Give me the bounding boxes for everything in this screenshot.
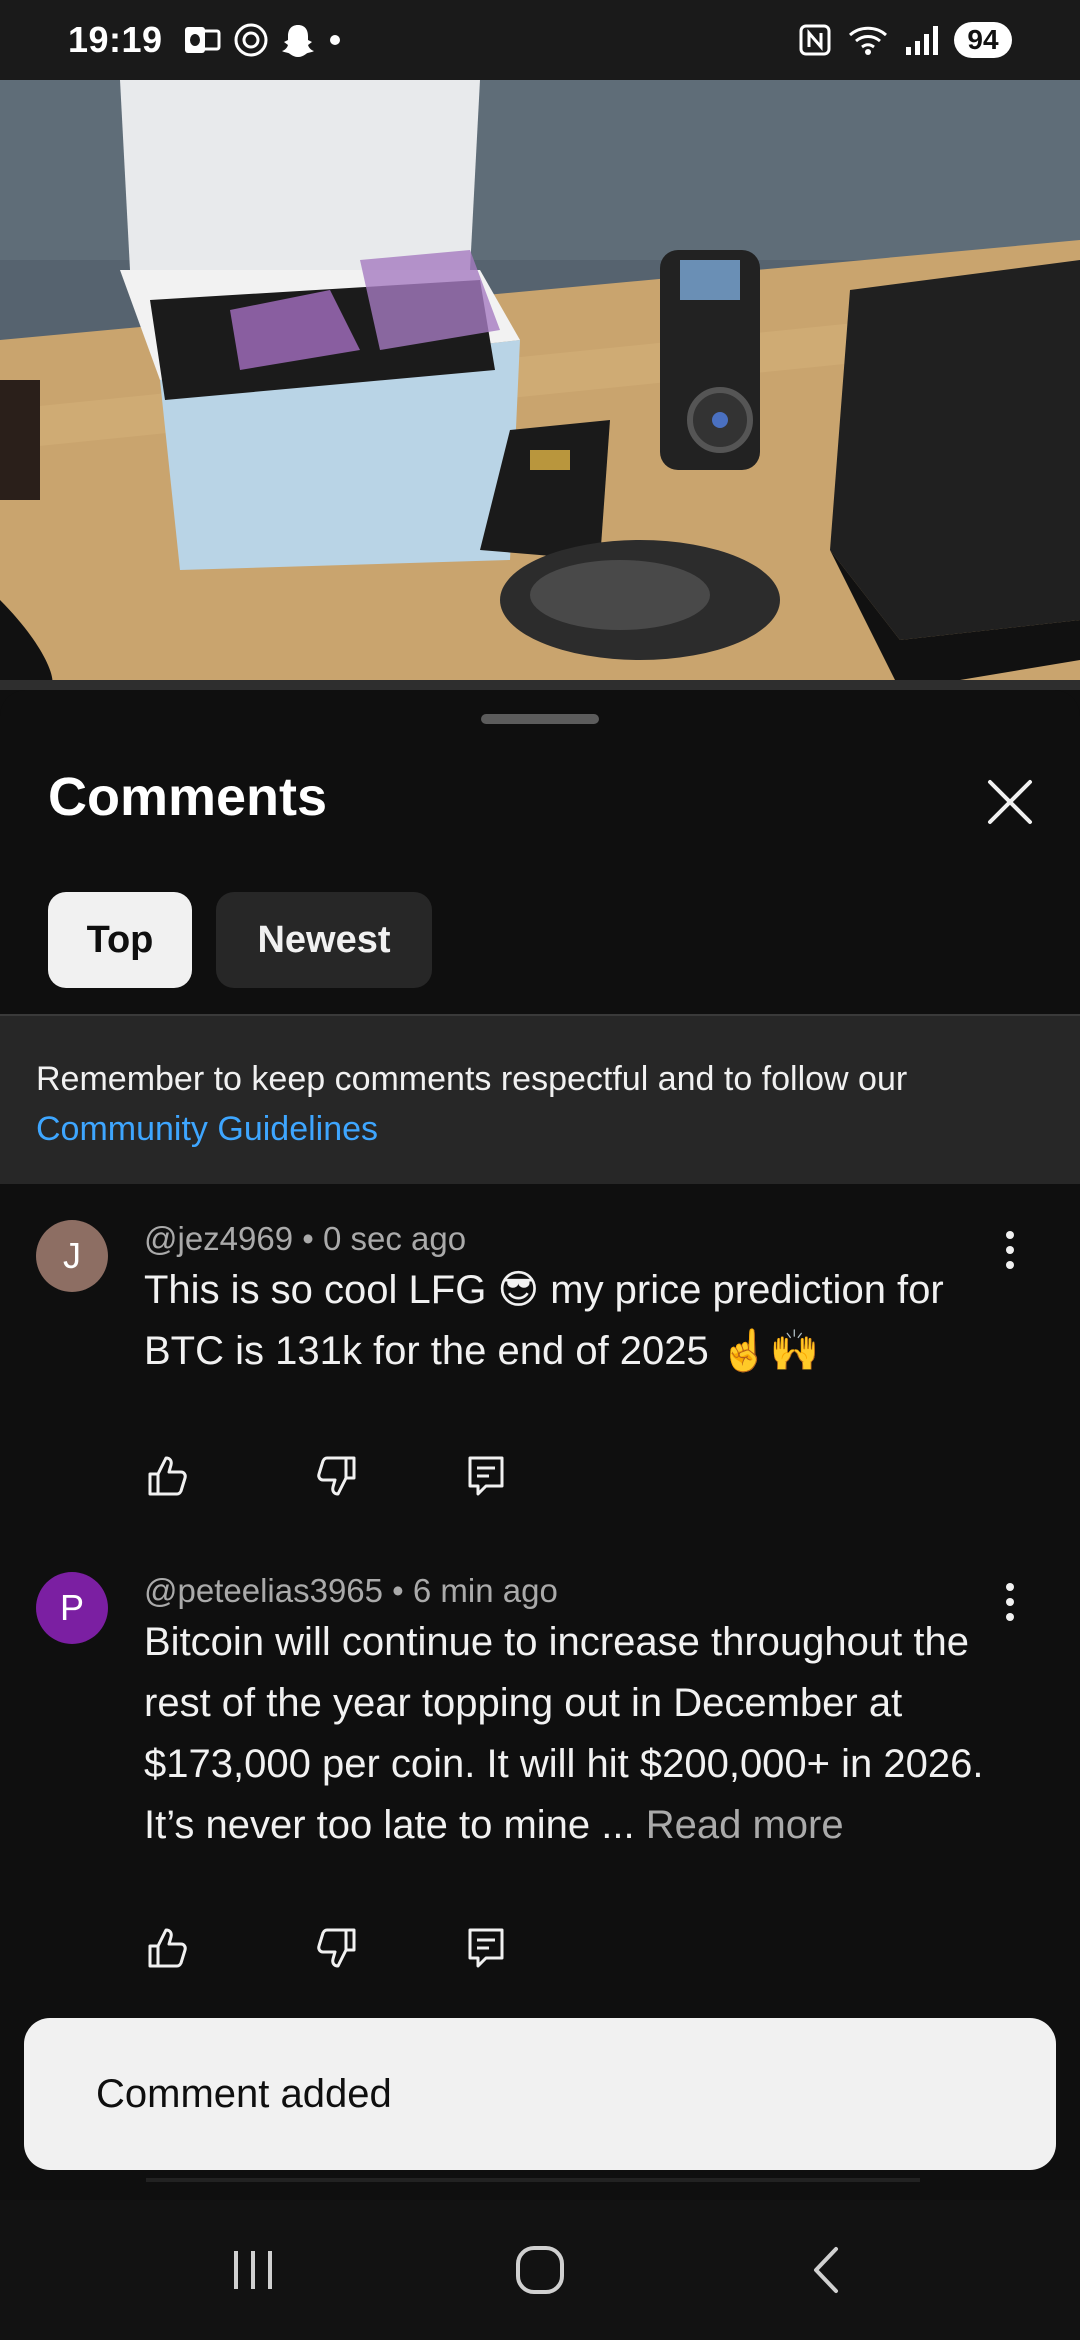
guidelines-text: Remember to keep comments respectful and…	[36, 1060, 908, 1098]
status-right-icons: 94	[798, 22, 1012, 58]
avatar[interactable]: J	[36, 1220, 108, 1292]
avatar[interactable]: P	[36, 1572, 108, 1644]
thumb-up-icon	[148, 1456, 187, 1496]
nfc-icon	[799, 24, 831, 56]
comments-title: Comments	[48, 767, 328, 827]
toast-text: Comment added	[96, 2071, 392, 2116]
thumb-up-icon	[148, 1928, 187, 1968]
home-button[interactable]	[495, 2225, 585, 2315]
home-icon	[515, 2246, 564, 2294]
close-icon	[988, 780, 1032, 824]
read-more-link[interactable]: Read more	[646, 1803, 844, 1847]
dislike-button[interactable]	[306, 1446, 366, 1506]
thumb-down-icon	[317, 1456, 356, 1496]
tab-top[interactable]: Top	[48, 892, 192, 988]
signal-icon	[906, 26, 938, 55]
like-button[interactable]	[138, 1918, 198, 1978]
status-left-icons	[183, 22, 343, 58]
back-icon	[813, 2247, 838, 2293]
dot-icon	[329, 35, 340, 45]
snapchat-icon	[281, 25, 314, 57]
video-player[interactable]	[0, 80, 1080, 690]
tab-newest[interactable]: Newest	[216, 892, 432, 988]
reply-button[interactable]	[456, 1446, 516, 1506]
status-time: 19:19	[68, 19, 163, 60]
avatar-letter: P	[59, 1587, 84, 1628]
outlook-icon	[184, 27, 221, 53]
avatar-letter: J	[63, 1235, 81, 1276]
guidelines-notice: Remember to keep comments respectful and…	[0, 1014, 1080, 1184]
toast-underlay	[146, 2178, 920, 2182]
back-button[interactable]	[782, 2225, 872, 2315]
recent-apps-icon	[234, 2251, 273, 2289]
comment-meta[interactable]: @jez4969 • 0 sec ago	[144, 1220, 466, 1258]
comment-text: This is so cool LFG 😎 my price predictio…	[144, 1268, 944, 1373]
dislike-button[interactable]	[306, 1918, 366, 1978]
reply-icon	[468, 1456, 504, 1496]
comment-item: P @peteelias3965 • 6 min ago Bitcoin wil…	[0, 1572, 1080, 1992]
video-thumbnail	[0, 80, 1080, 690]
threads-icon	[234, 23, 268, 57]
comment-meta[interactable]: @peteelias3965 • 6 min ago	[144, 1572, 558, 1610]
comment-body: Bitcoin will continue to increase throug…	[144, 1620, 984, 1847]
community-guidelines-link[interactable]: Community Guidelines	[36, 1104, 1044, 1154]
battery-badge: 94	[954, 22, 1012, 58]
thumb-down-icon	[317, 1928, 356, 1968]
reply-icon	[468, 1928, 504, 1968]
wifi-icon	[848, 26, 888, 55]
comment-text: Bitcoin will continue to increase throug…	[144, 1612, 1014, 1856]
drag-handle[interactable]	[481, 714, 599, 724]
like-button[interactable]	[138, 1446, 198, 1506]
recent-apps-button[interactable]	[208, 2225, 298, 2315]
toast-snackbar: Comment added	[24, 2018, 1056, 2170]
navigation-bar	[0, 2200, 1080, 2340]
close-button[interactable]	[978, 770, 1042, 834]
status-bar: 19:19 94	[0, 0, 1080, 80]
comment-item: J @jez4969 • 0 sec ago This is so cool L…	[0, 1220, 1080, 1560]
reply-button[interactable]	[456, 1918, 516, 1978]
